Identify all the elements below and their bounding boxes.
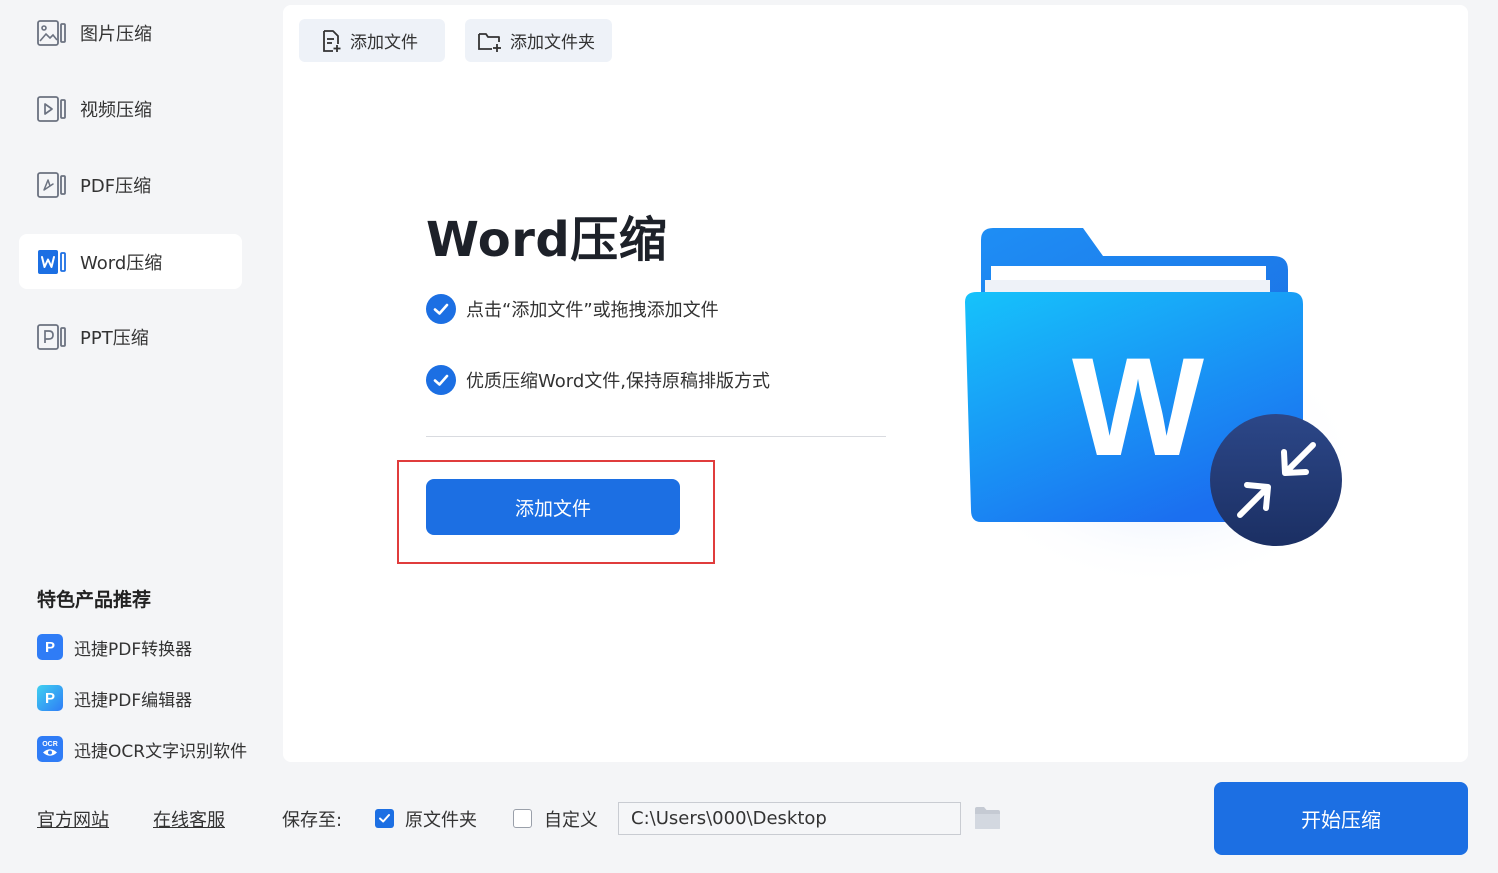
sidebar-item-pdf-compress[interactable]: PDF压缩 — [19, 157, 242, 212]
image-compress-icon — [37, 19, 66, 46]
custom-folder-label: 自定义 — [544, 810, 598, 831]
check-icon — [426, 294, 456, 324]
add-folder-icon — [478, 32, 501, 52]
featured-item-label: 迅捷PDF转换器 — [74, 639, 193, 660]
sidebar-item-label: PPT压缩 — [80, 327, 149, 349]
featured-item-pdf-converter[interactable]: P 迅捷PDF转换器 — [37, 633, 192, 661]
feature-text: 优质压缩Word文件,保持原稿排版方式 — [466, 371, 770, 392]
eye-icon — [43, 749, 57, 756]
word-folder-illustration: W — [963, 228, 1363, 590]
feature-text: 点击“添加文件”或拖拽添加文件 — [466, 300, 719, 321]
feature-line-quality: 优质压缩Word文件,保持原稿排版方式 — [426, 365, 770, 395]
sidebar-item-video-compress[interactable]: 视频压缩 — [19, 81, 242, 136]
svg-text:W: W — [1072, 328, 1204, 485]
word-compress-icon — [38, 249, 66, 274]
save-to-label: 保存至: — [282, 810, 343, 831]
add-file-button[interactable]: 添加文件 — [426, 479, 680, 535]
feature-line-add: 点击“添加文件”或拖拽添加文件 — [426, 294, 719, 324]
sidebar-item-ppt-compress[interactable]: PPT压缩 — [19, 309, 242, 364]
check-icon — [426, 365, 456, 395]
pdf-converter-app-icon: P — [37, 634, 63, 660]
featured-item-label: 迅捷OCR文字识别软件 — [74, 741, 248, 762]
sidebar-item-word-compress[interactable]: Word压缩 — [19, 234, 242, 289]
page-title: Word压缩 — [426, 212, 668, 268]
ppt-compress-icon — [37, 323, 66, 350]
featured-item-pdf-editor[interactable]: P 迅捷PDF编辑器 — [37, 684, 192, 712]
featured-item-ocr[interactable]: OCR 迅捷OCR文字识别软件 — [37, 735, 247, 763]
sidebar: 图片压缩 视频压缩 PDF压缩 Word压缩 PPT压缩 特色产品推荐 P 迅捷… — [0, 0, 270, 770]
add-folder-toolbar-button[interactable]: 添加文件夹 — [465, 19, 612, 62]
sidebar-item-label: Word压缩 — [80, 252, 163, 274]
sidebar-item-label: PDF压缩 — [80, 175, 152, 197]
add-file-toolbar-button[interactable]: 添加文件 — [299, 19, 445, 62]
pdf-compress-icon — [37, 171, 66, 198]
featured-products-title: 特色产品推荐 — [37, 589, 152, 611]
ocr-app-icon: OCR — [37, 736, 63, 762]
sidebar-item-label: 图片压缩 — [80, 23, 152, 45]
checkmark-icon — [379, 814, 390, 823]
add-folder-toolbar-label: 添加文件夹 — [510, 33, 595, 53]
start-compress-button[interactable]: 开始压缩 — [1214, 782, 1468, 855]
sidebar-item-label: 视频压缩 — [80, 99, 152, 121]
add-file-toolbar-label: 添加文件 — [350, 33, 418, 53]
pdf-editor-app-icon: P — [37, 685, 63, 711]
original-folder-label: 原文件夹 — [405, 810, 477, 831]
output-path-field[interactable]: C:\Users\000\Desktop — [618, 802, 961, 835]
video-compress-icon — [37, 95, 66, 122]
online-service-link[interactable]: 在线客服 — [153, 806, 225, 832]
browse-folder-icon[interactable] — [974, 806, 1001, 830]
divider — [426, 436, 886, 437]
add-file-icon — [323, 29, 341, 52]
custom-folder-checkbox[interactable] — [513, 809, 532, 828]
original-folder-checkbox[interactable] — [375, 809, 394, 828]
official-site-link[interactable]: 官方网站 — [37, 806, 109, 832]
featured-item-label: 迅捷PDF编辑器 — [74, 690, 193, 711]
main-panel: 添加文件 添加文件夹 Word压缩 点击“添加文件”或拖拽添加文件 优质压缩Wo… — [283, 5, 1468, 762]
sidebar-item-image-compress[interactable]: 图片压缩 — [19, 5, 242, 60]
